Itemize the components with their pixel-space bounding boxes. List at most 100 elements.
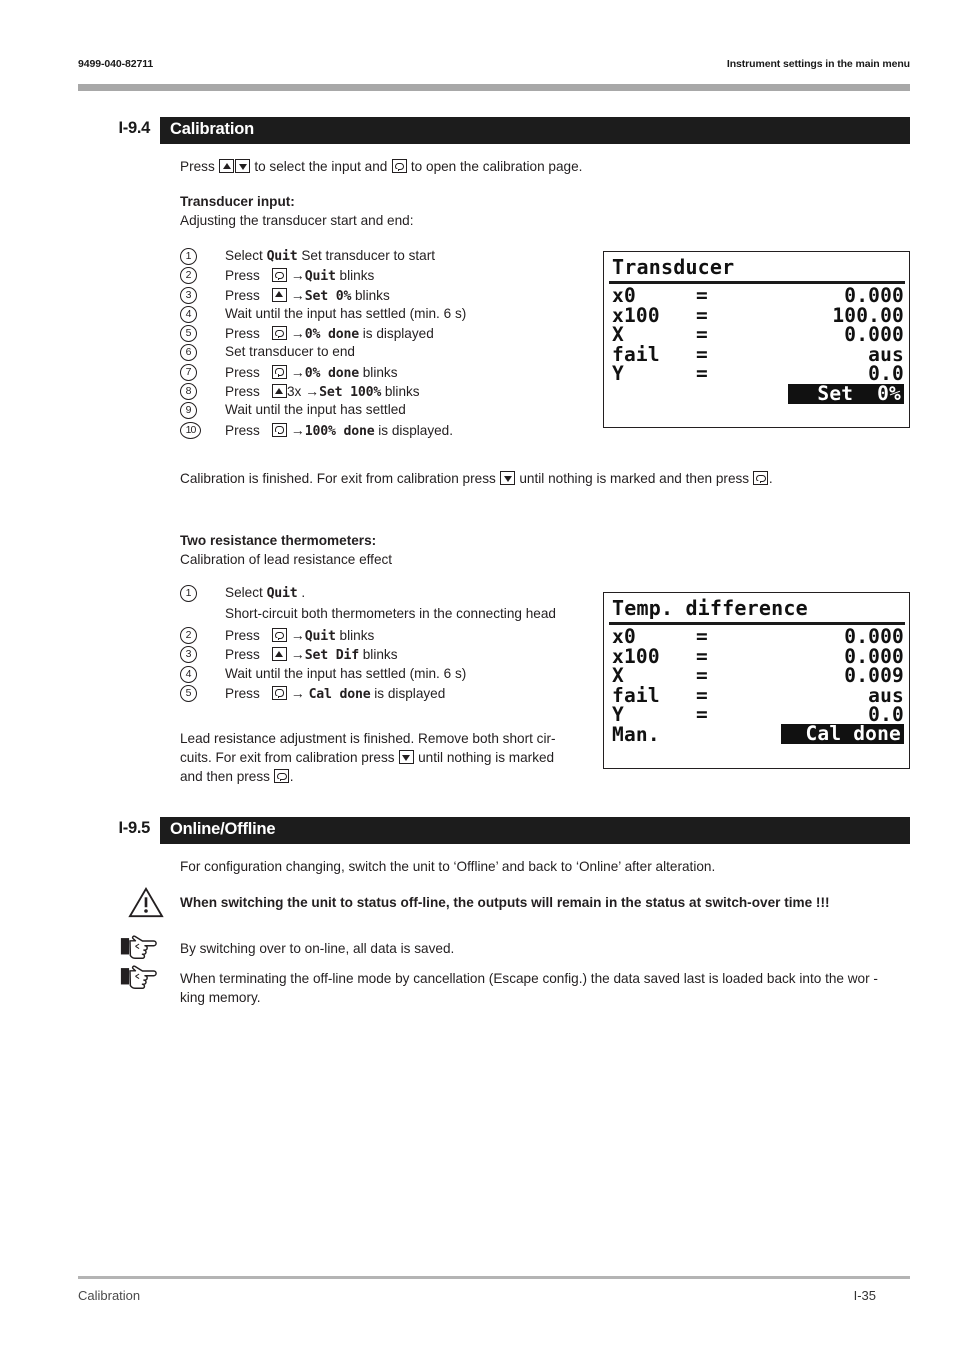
- step-item: 8 Press 3x →Set 100% blinks: [180, 383, 600, 402]
- transducer-subheading: Adjusting the transducer start and end:: [180, 213, 414, 228]
- lcd-row: X = 0.009: [612, 666, 904, 686]
- step-action: Press: [225, 384, 260, 400]
- step-number: 7: [180, 363, 197, 381]
- enter-key-icon: [271, 268, 287, 283]
- calibration-intro: Press to select the input and to open th…: [180, 157, 582, 176]
- step-tail: blinks: [362, 364, 398, 380]
- lcd-display-transducer: Transducer x0 = 0.000 x100 = 100.00 X = …: [603, 251, 910, 428]
- lcd-highlight-set-0[interactable]: Set 0%: [788, 384, 904, 404]
- step-extra-line: Short-circuit both thermometers in the c…: [225, 606, 556, 621]
- step-action: Set transducer to end: [225, 344, 355, 360]
- lcd-row-equals: =: [696, 625, 708, 648]
- lcd-row-label: X: [612, 323, 624, 347]
- step-body: Press →Quit blinks: [225, 267, 374, 284]
- lcd-title: Transducer: [612, 255, 735, 279]
- online-offline-note-1: By switching over to on-line, all data i…: [180, 941, 455, 956]
- header-chapter-title: Instrument settings in the main menu: [726, 58, 910, 70]
- step-body: Press →0% done is displayed: [225, 325, 434, 342]
- enter-key-icon: [753, 471, 769, 485]
- up-arrow-key-icon: [271, 287, 287, 302]
- down-arrow-key-icon: [500, 471, 516, 485]
- pointing-hand-icon: [120, 965, 157, 989]
- step-item: 1 Select Quit . Short-circuit both therm…: [180, 585, 600, 627]
- thermometers-heading: Two resistance thermometers:: [180, 533, 377, 548]
- step-item: 4 Wait until the input has settled (min.…: [180, 305, 600, 325]
- arrow-glyph: →: [290, 363, 305, 380]
- section-number: I-9.4: [118, 119, 150, 137]
- down-arrow-key-icon: [235, 159, 251, 173]
- arrow-glyph: →: [290, 627, 305, 643]
- step-code: Quit: [266, 586, 298, 601]
- step-item: 6 Set transducer to end: [180, 344, 600, 363]
- step-code: Set Dif: [304, 648, 359, 664]
- transducer-closing-text: Calibration is finished. For exit from c…: [180, 469, 773, 488]
- footer-rule: [78, 1276, 910, 1279]
- step-action: Press: [225, 268, 260, 284]
- step-action: Select: [225, 585, 263, 600]
- step-body: Wait until the input has settled (min. 6…: [225, 306, 466, 321]
- step-code: Cal done: [308, 686, 371, 702]
- step-action: Press: [225, 422, 260, 438]
- intro-post-text: to open the calibration page.: [410, 159, 583, 174]
- closing-part-c: until nothing is marked: [418, 750, 555, 765]
- lcd-row-equals: =: [696, 362, 708, 386]
- step-tail: is displayed: [362, 326, 434, 342]
- pointing-hand-icon: [120, 935, 157, 959]
- lcd-row: X = 0.000: [612, 325, 904, 345]
- closing-part-b: until nothing is marked and then press: [519, 471, 750, 486]
- thermometers-closing-line3: and then press .: [180, 767, 294, 786]
- up-arrow-key-icon: [271, 647, 287, 662]
- enter-key-icon: [271, 685, 287, 700]
- step-body: Wait until the input has settled: [225, 402, 406, 417]
- step-tail: blinks: [339, 268, 375, 284]
- step-body: Set transducer to end: [225, 344, 355, 359]
- step-body: Press →Set Dif blinks: [225, 646, 398, 663]
- transducer-heading: Transducer input:: [180, 194, 295, 209]
- step-item: 2 Press →Quit blinks: [180, 627, 600, 646]
- step-tail: blinks: [384, 384, 420, 400]
- lcd-row-label: x0: [612, 625, 636, 648]
- step-number: 2: [180, 627, 197, 644]
- section-title: Online/Offline: [170, 820, 276, 838]
- warning-triangle-icon: [128, 886, 164, 918]
- intro-mid-text: to select the input and: [254, 159, 388, 174]
- step-action: Wait until the input has settled: [225, 402, 406, 418]
- step-item: 3 Press →Set Dif blinks: [180, 646, 600, 665]
- step-number: 3: [180, 646, 197, 664]
- document-page: 9499-040-82711 Instrument settings in th…: [0, 0, 954, 1350]
- step-code: Set 0%: [304, 288, 352, 304]
- lcd-display-temp-difference: Temp. difference x0 = 0.000 x100 = 0.000…: [603, 592, 910, 769]
- step-item: 7 Press →0% done blinks: [180, 363, 600, 383]
- arrow-glyph: →: [290, 286, 305, 303]
- lcd-row-equals: =: [696, 284, 708, 307]
- arrow-glyph: →: [290, 684, 305, 701]
- step-action: Select: [225, 248, 263, 263]
- lcd-row-value: 0.000: [844, 284, 904, 307]
- step-number: 5: [180, 325, 197, 343]
- lcd-row: x0 = 0.000: [612, 286, 904, 306]
- step-tail: Set transducer to start: [301, 248, 436, 263]
- step-action: Press: [225, 628, 260, 643]
- section-number: I-9.5: [118, 819, 150, 837]
- step-code: Quit: [304, 629, 336, 644]
- online-offline-note-2-line2: king memory.: [180, 990, 261, 1005]
- section-bar: Calibration: [160, 117, 910, 144]
- section-bar: Online/Offline: [160, 817, 910, 844]
- header-rule: [78, 84, 910, 91]
- step-body: Select Quit Set transducer to start: [225, 248, 435, 264]
- step-action: Press: [225, 287, 260, 303]
- step-body: Press →Set 0% blinks: [225, 287, 390, 304]
- lcd-row-value: 0.009: [844, 664, 904, 688]
- lcd-title: Temp. difference: [612, 596, 808, 620]
- up-arrow-key-icon: [219, 159, 235, 173]
- lcd-row-label: Man.: [612, 722, 660, 746]
- arrow-glyph: →: [290, 267, 305, 284]
- enter-key-icon: [271, 326, 287, 341]
- lcd-highlight-cal-done[interactable]: Cal done: [781, 724, 904, 744]
- step-code: 0% done: [304, 365, 359, 381]
- arrow-glyph: →: [305, 383, 320, 400]
- page-header: 9499-040-82711 Instrument settings in th…: [78, 58, 910, 78]
- enter-key-icon: [391, 159, 407, 173]
- enter-key-icon: [274, 769, 290, 783]
- step-number: 3: [180, 286, 197, 304]
